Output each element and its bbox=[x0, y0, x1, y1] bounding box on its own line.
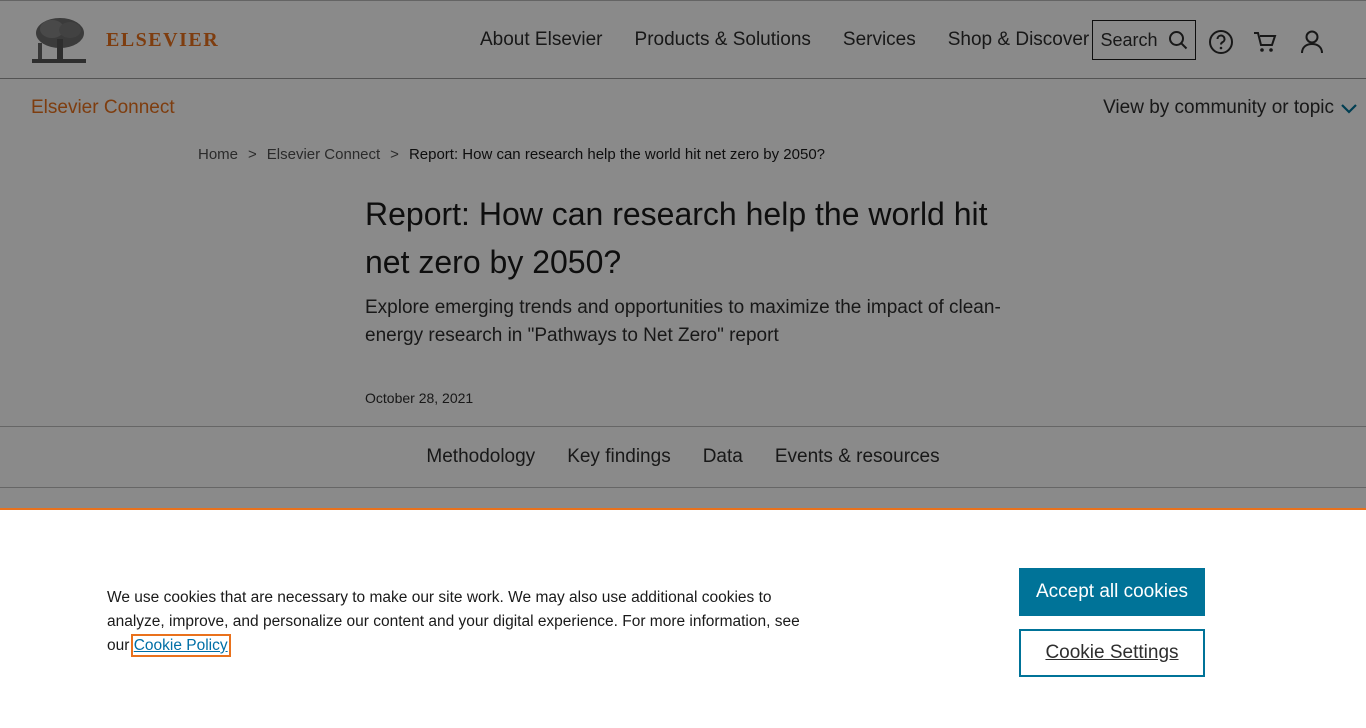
cookie-policy-link[interactable]: Cookie Policy bbox=[130, 634, 231, 657]
cookie-message: We use cookies that are necessary to mak… bbox=[107, 586, 807, 658]
accept-all-cookies-button[interactable]: Accept all cookies bbox=[1019, 568, 1205, 616]
cookie-settings-button[interactable]: Cookie Settings bbox=[1019, 629, 1205, 677]
cookie-banner: We use cookies that are necessary to mak… bbox=[0, 508, 1366, 728]
modal-overlay bbox=[0, 0, 1366, 510]
